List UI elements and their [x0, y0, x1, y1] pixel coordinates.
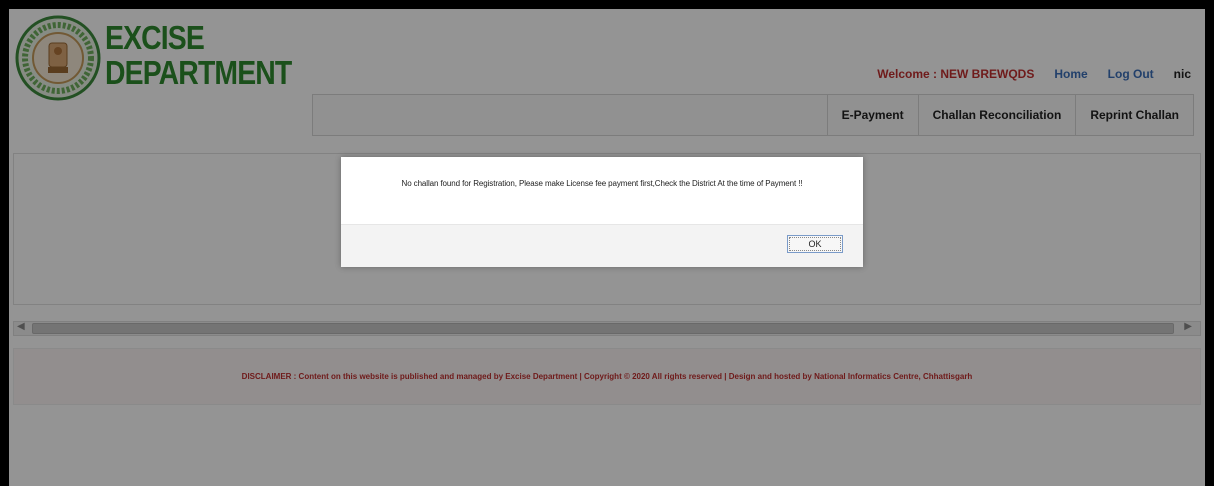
alert-message: No challan found for Registration, Pleas… [401, 179, 803, 188]
dialog-button-bar: OK [341, 224, 863, 267]
alert-dialog: No challan found for Registration, Pleas… [341, 157, 863, 267]
page: EXCISE DEPARTMENT Welcome : NEW BREWQDS … [9, 9, 1205, 486]
ok-button[interactable]: OK [787, 235, 843, 253]
